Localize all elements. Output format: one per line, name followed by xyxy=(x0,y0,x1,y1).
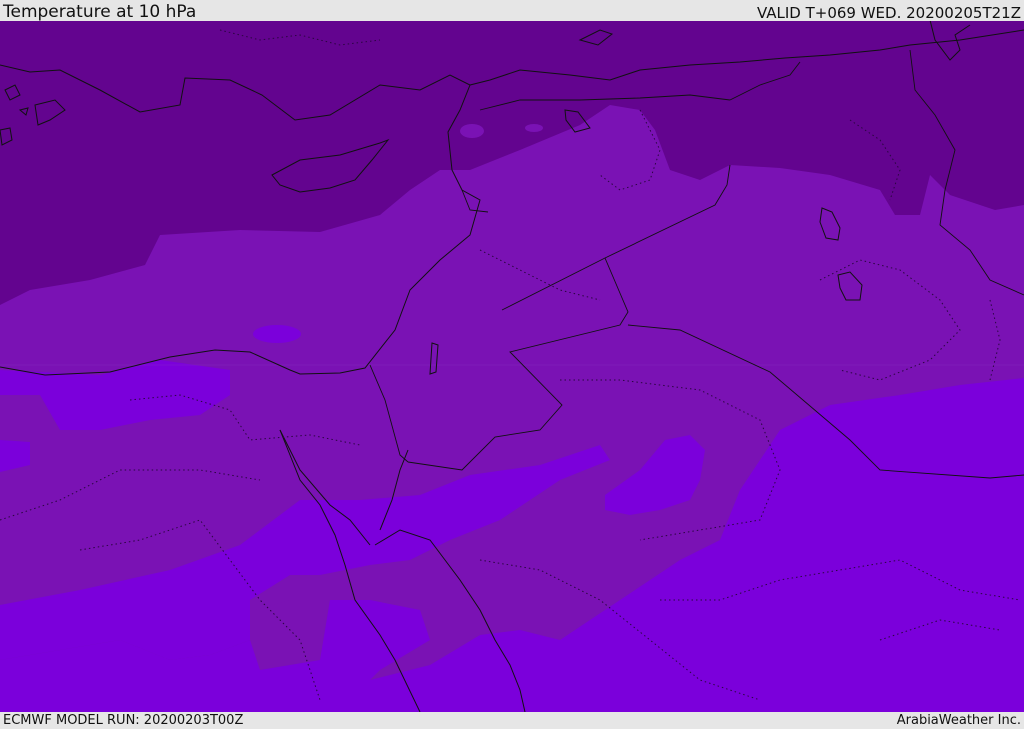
model-run-label: ECMWF MODEL RUN: 20200203T00Z xyxy=(3,713,244,728)
map-canvas xyxy=(0,21,1024,712)
map-title: Temperature at 10 hPa xyxy=(3,2,197,22)
credit-label: ArabiaWeather Inc. xyxy=(896,713,1021,728)
temperature-map xyxy=(0,21,1024,712)
map-header: Temperature at 10 hPa VALID T+069 WED. 2… xyxy=(0,0,1024,21)
warm-temperature-spot xyxy=(253,325,301,343)
cold-spot-near-coast-2 xyxy=(525,124,543,132)
map-footer: ECMWF MODEL RUN: 20200203T00Z ArabiaWeat… xyxy=(0,712,1024,729)
cold-spot-near-coast xyxy=(460,124,484,138)
valid-time-label: VALID T+069 WED. 20200205T21Z xyxy=(756,4,1021,22)
